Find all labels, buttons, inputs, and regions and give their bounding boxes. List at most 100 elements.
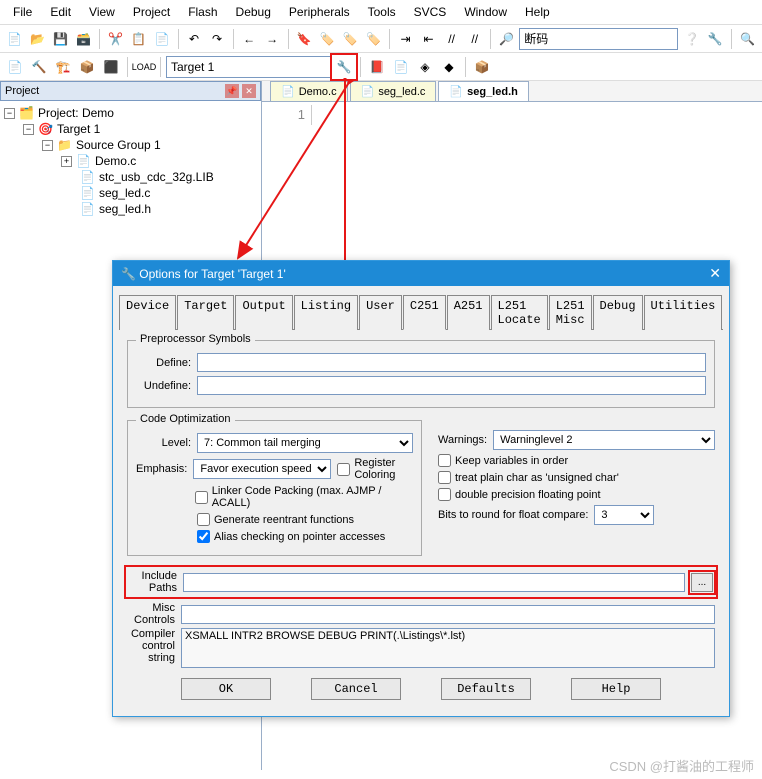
alias-checkbox[interactable]: Alias checking on pointer accesses	[197, 530, 385, 543]
menu-project[interactable]: Project	[124, 3, 179, 21]
level-select[interactable]: 7: Common tail merging	[197, 433, 413, 453]
close-panel-icon[interactable]: ✕	[242, 84, 256, 98]
copy-icon[interactable]: 📋	[128, 28, 149, 50]
bookmark-prev-icon[interactable]: 🏷️	[317, 28, 338, 50]
menu-edit[interactable]: Edit	[41, 3, 80, 21]
paste-icon[interactable]: 📄	[151, 28, 172, 50]
tab-output[interactable]: Output	[235, 295, 292, 330]
double-precision-checkbox[interactable]: double precision floating point	[438, 488, 601, 501]
indent-icon[interactable]: ⇥	[395, 28, 416, 50]
tab-utilities[interactable]: Utilities	[644, 295, 723, 330]
tree-file[interactable]: seg_led.h	[99, 202, 151, 216]
emphasis-label: Emphasis:	[136, 463, 187, 475]
bookmark-clear-icon[interactable]: 🏷️	[363, 28, 384, 50]
expand-icon[interactable]: −	[42, 140, 53, 151]
redo-icon[interactable]: ↷	[207, 28, 228, 50]
warnings-label: Warnings:	[438, 434, 487, 446]
file-tab-active[interactable]: 📄seg_led.h	[438, 81, 528, 101]
define-input[interactable]	[197, 353, 706, 372]
pin-icon[interactable]: 📌	[225, 84, 239, 98]
close-icon[interactable]: ✕	[709, 265, 721, 282]
find-in-files-icon[interactable]: 🔎	[496, 28, 517, 50]
download-icon[interactable]: LOAD	[133, 56, 155, 78]
outdent-icon[interactable]: ⇤	[418, 28, 439, 50]
target-selector[interactable]	[166, 56, 331, 78]
pack-installer-icon[interactable]: 📦	[471, 56, 493, 78]
build-icon[interactable]: 🔨	[28, 56, 50, 78]
open-file-icon[interactable]: 📂	[27, 28, 48, 50]
nav-fwd-icon[interactable]: →	[262, 28, 283, 50]
tree-group[interactable]: Source Group 1	[76, 138, 161, 152]
manage-books-icon[interactable]: 📕	[366, 56, 388, 78]
cut-icon[interactable]: ✂️	[105, 28, 126, 50]
undo-icon[interactable]: ↶	[183, 28, 204, 50]
tab-l251-locate[interactable]: L251 Locate	[491, 295, 548, 330]
linker-packing-checkbox[interactable]: Linker Code Packing (max. AJMP / ACALL)	[195, 485, 413, 509]
target-options-icon[interactable]: 🔧	[333, 56, 355, 78]
warnings-select[interactable]: Warninglevel 2	[493, 430, 715, 450]
tab-target[interactable]: Target	[177, 295, 234, 330]
context-help-icon[interactable]: ❔	[682, 28, 703, 50]
misc-controls-input[interactable]	[181, 605, 715, 624]
bits-round-select[interactable]: 3	[594, 505, 654, 525]
browse-include-button[interactable]: ...	[691, 573, 713, 592]
manage-rtos-icon[interactable]: ◆	[438, 56, 460, 78]
find-combo[interactable]	[519, 28, 678, 50]
menu-debug[interactable]: Debug	[227, 3, 280, 21]
help-button[interactable]: Help	[571, 678, 661, 700]
tree-file[interactable]: Demo.c	[95, 154, 136, 168]
register-coloring-checkbox[interactable]: Register Coloring	[337, 457, 413, 481]
project-root[interactable]: Project: Demo	[38, 106, 114, 120]
cancel-button[interactable]: Cancel	[311, 678, 401, 700]
file-ext-icon[interactable]: 📄	[390, 56, 412, 78]
reentrant-checkbox[interactable]: Generate reentrant functions	[197, 513, 354, 526]
expand-icon[interactable]: −	[23, 124, 34, 135]
save-all-icon[interactable]: 🗃️	[73, 28, 94, 50]
expand-icon[interactable]: −	[4, 108, 15, 119]
bookmark-next-icon[interactable]: 🏷️	[340, 28, 361, 50]
defaults-button[interactable]: Defaults	[441, 678, 531, 700]
tab-c251[interactable]: C251	[403, 295, 446, 330]
file-tab[interactable]: 📄Demo.c	[270, 81, 348, 101]
batch-build-icon[interactable]: 📦	[76, 56, 98, 78]
menu-view[interactable]: View	[80, 3, 124, 21]
menu-window[interactable]: Window	[455, 3, 516, 21]
nav-back-icon[interactable]: ←	[239, 28, 260, 50]
plain-char-checkbox[interactable]: treat plain char as 'unsigned char'	[438, 471, 619, 484]
file-tab[interactable]: 📄seg_led.c	[350, 81, 437, 101]
tab-a251[interactable]: A251	[447, 295, 490, 330]
tab-debug[interactable]: Debug	[593, 295, 643, 330]
tab-device[interactable]: Device	[119, 295, 176, 330]
expand-icon[interactable]: +	[61, 156, 72, 167]
undefine-input[interactable]	[197, 376, 706, 395]
menu-svcs[interactable]: SVCS	[405, 3, 456, 21]
menu-file[interactable]: File	[4, 3, 41, 21]
tab-user[interactable]: User	[359, 295, 402, 330]
rebuild-icon[interactable]: 🏗️	[52, 56, 74, 78]
dialog-titlebar[interactable]: 🔧 Options for Target 'Target 1' ✕	[113, 261, 729, 286]
tab-l251-misc[interactable]: L251 Misc	[549, 295, 592, 330]
include-paths-input[interactable]	[183, 573, 685, 592]
ok-button[interactable]: OK	[181, 678, 271, 700]
translate-icon[interactable]: 📄	[4, 56, 26, 78]
manage-layers-icon[interactable]: ◈	[414, 56, 436, 78]
config-icon[interactable]: 🔧	[705, 28, 726, 50]
tree-file[interactable]: stc_usb_cdc_32g.LIB	[99, 170, 214, 184]
menu-peripherals[interactable]: Peripherals	[280, 3, 359, 21]
tab-listing[interactable]: Listing	[294, 295, 358, 330]
uncomment-icon[interactable]: //	[464, 28, 485, 50]
project-tree[interactable]: −🗂️Project: Demo −🎯Target 1 −📁Source Gro…	[0, 101, 261, 221]
menu-help[interactable]: Help	[516, 3, 559, 21]
new-file-icon[interactable]: 📄	[4, 28, 25, 50]
save-icon[interactable]: 💾	[50, 28, 71, 50]
comment-icon[interactable]: //	[441, 28, 462, 50]
keep-vars-checkbox[interactable]: Keep variables in order	[438, 454, 568, 467]
tree-target[interactable]: Target 1	[57, 122, 100, 136]
debug-icon[interactable]: 🔍	[737, 28, 758, 50]
stop-build-icon[interactable]: ⬛	[100, 56, 122, 78]
bookmark-icon[interactable]: 🔖	[294, 28, 315, 50]
menu-flash[interactable]: Flash	[179, 3, 226, 21]
emphasis-select[interactable]: Favor execution speed	[193, 459, 331, 479]
menu-tools[interactable]: Tools	[359, 3, 405, 21]
tree-file[interactable]: seg_led.c	[99, 186, 150, 200]
